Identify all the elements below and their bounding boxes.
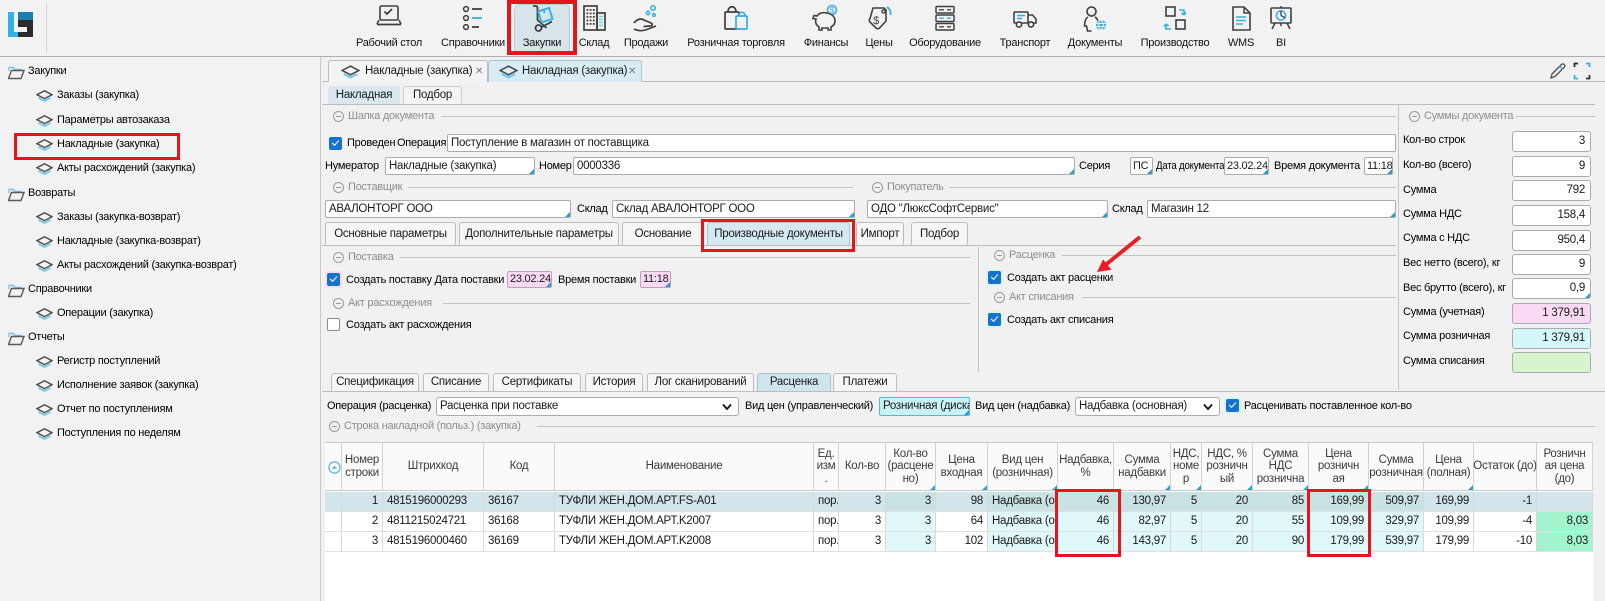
svg-text:$: $ bbox=[873, 15, 879, 27]
